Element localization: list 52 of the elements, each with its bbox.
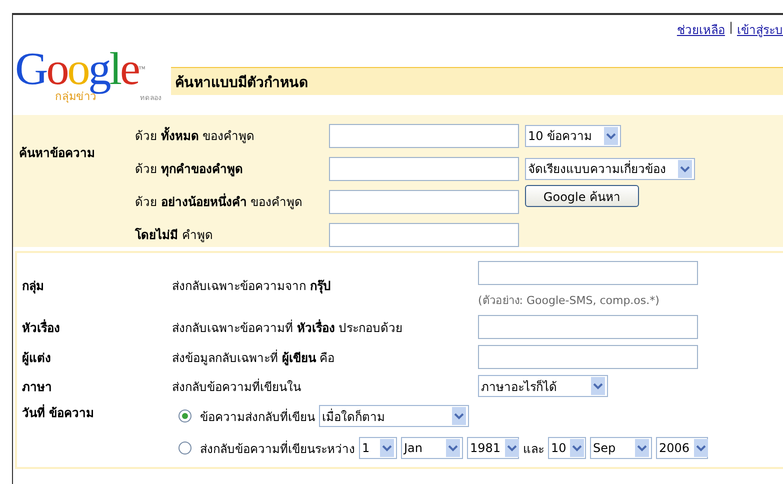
date-dropdown[interactable]: 1981 <box>467 437 519 459</box>
section-label: ภาษา <box>22 378 53 396</box>
field-label: ส่งกลับเฉพาะข้อความที่ หัวเรื่อง ประกอบด้วย <box>172 318 404 336</box>
input-field[interactable] <box>478 261 698 285</box>
chevron-down-icon <box>678 160 692 178</box>
chevron-down-icon <box>694 439 708 457</box>
radio-label: ส่งกลับข้อความที่เขียนระหว่าง <box>200 440 355 458</box>
date-dropdown[interactable]: 2006 <box>656 437 708 459</box>
input-field[interactable] <box>329 156 519 180</box>
chevron-down-icon <box>380 439 394 457</box>
section-label: ผู้แต่ง <box>22 350 52 366</box>
field-label: ด้วย อย่างน้อยหนึ่งคำ ของคำพูด <box>135 192 304 211</box>
chevron-down-icon <box>591 377 605 395</box>
date-dropdown[interactable]: Jan <box>401 437 463 459</box>
input-field[interactable] <box>329 190 519 214</box>
section-label: วันที่ ข้อความ <box>22 403 96 422</box>
date-dropdown[interactable]: 1 <box>359 437 397 459</box>
input-field[interactable] <box>329 222 519 246</box>
input-field[interactable] <box>478 345 698 369</box>
date-dropdown[interactable]: 10 <box>548 437 586 459</box>
section-label: หัวเรื่อง <box>22 318 61 336</box>
chevron-down-icon <box>452 407 466 425</box>
chevron-down-icon <box>635 439 649 457</box>
input-field[interactable] <box>478 315 698 339</box>
date-dropdown[interactable]: เมื่อใดก็ตาม <box>319 405 469 427</box>
radio-label: ข้อความส่งกลับที่เขียน <box>200 408 315 426</box>
header-link[interactable]: เข้าสู่ระบ <box>737 20 783 39</box>
field-label: ส่งกลับข้อความที่เขียนใน <box>172 378 302 396</box>
hint-text: (ตัวอย่าง: Google-SMS, comp.os.*) <box>478 293 660 309</box>
chevron-down-icon <box>446 439 460 457</box>
radio-button[interactable] <box>178 441 192 455</box>
search-button[interactable]: Google ค้นหา <box>525 185 639 207</box>
input-field[interactable] <box>329 124 519 148</box>
section-label: กลุ่ม <box>22 278 45 294</box>
and-label: และ <box>523 440 544 458</box>
chevron-down-icon <box>570 439 584 457</box>
header-link[interactable]: ช่วยเหลือ <box>676 20 725 39</box>
chevron-down-icon <box>604 126 618 144</box>
field-label: ด้วย ทั้งหมด ของคำพูด <box>135 126 329 145</box>
field-label: ส่งกลับเฉพาะข้อความจาก กรุ๊ป <box>172 278 332 294</box>
link-separator: | <box>728 20 733 36</box>
field-label: โดยไม่มี คำพูด <box>135 226 214 244</box>
results-dropdown[interactable]: 10 ข้อความ <box>525 124 621 146</box>
language-dropdown[interactable]: ภาษาอะไรก็ได้ <box>478 375 608 397</box>
page-title: ค้นหาแบบมีตัวกำหนด <box>174 74 308 92</box>
field-label: ส่งข้อมูลกลับเฉพาะที่ ผู้เขียน คือ <box>172 348 336 366</box>
date-dropdown[interactable]: Sep <box>590 437 652 459</box>
radio-button[interactable] <box>178 409 192 423</box>
section-label: ค้นหาข้อความ <box>19 144 96 162</box>
sort-dropdown[interactable]: จัดเรียงแบบความเกี่ยวข้อง <box>525 158 695 180</box>
chevron-down-icon <box>504 439 519 457</box>
field-label: ด้วย ทุกคำของคำพูด <box>135 161 244 178</box>
